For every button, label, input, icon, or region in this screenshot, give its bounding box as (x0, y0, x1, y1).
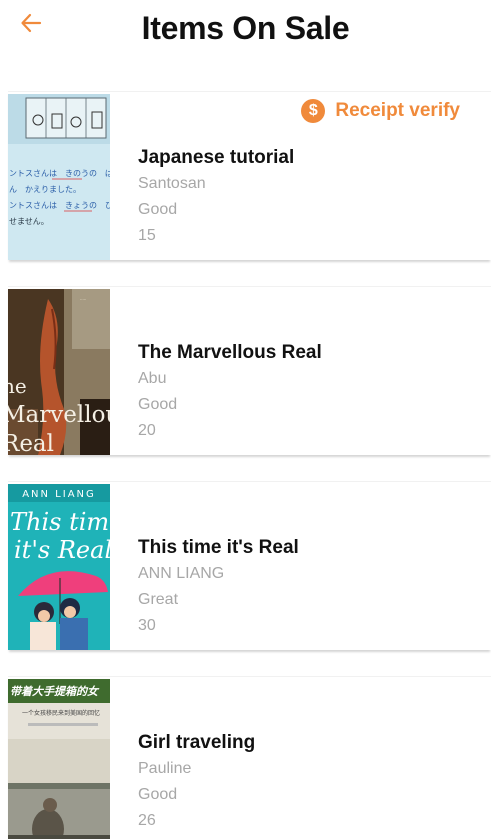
cover-text-line: ントスさんは きょうの ひる (9, 201, 110, 210)
cover-title-line: he (8, 374, 27, 398)
dollar-coin-icon: $ (301, 99, 326, 123)
cover-text-line: せません。 (9, 217, 49, 226)
cover-subtitle-line: 一个女孩移民来到美国的回忆 (22, 709, 100, 717)
cover-text-line: ん かえりました。 (9, 185, 81, 194)
item-price: 15 (138, 227, 156, 244)
item-info: Girl traveling Pauline Good 26 (138, 730, 255, 834)
item-price: 20 (138, 422, 156, 439)
item-condition: Good (138, 786, 178, 803)
cover-title-line: it's Real (14, 536, 110, 564)
cover-title-line: Marvellous (8, 402, 110, 428)
book-cover-image: ントスさんは きのうの ばんご ん かえりました。 ントスさんは きょうの ひる… (8, 94, 110, 260)
item-seller: Abu (138, 370, 167, 387)
item-title: Girl traveling (138, 732, 256, 753)
item-info: This time it's Real ANN LIANG Great 30 (138, 535, 299, 639)
book-cover-image: ····· he Marvellous Real (8, 289, 110, 455)
receipt-verify-label: Receipt verify (335, 100, 460, 121)
item-title: Japanese tutorial (138, 147, 295, 168)
item-info: Japanese tutorial Santosan Good 15 (138, 145, 294, 249)
cover-text-line: ントスさんは きのうの ばんご (9, 168, 110, 178)
item-condition: Great (138, 591, 179, 608)
list-item[interactable]: ントスさんは きのうの ばんご ん かえりました。 ントスさんは きょうの ひる… (8, 91, 491, 260)
page-title: Items On Sale (141, 10, 350, 46)
item-seller: ANN LIANG (138, 565, 225, 582)
item-condition: Good (138, 201, 178, 218)
items-list: ントスさんは きのうの ばんご ん かえりました。 ントスさんは きょうの ひる… (8, 91, 491, 839)
list-item[interactable]: ANN LIANG This time it's Real This time … (8, 481, 491, 650)
book-cover-image: 带着大手提箱的女 一个女孩移民来到美国的回忆 (8, 679, 110, 839)
item-seller: Pauline (138, 760, 192, 777)
receipt-verify-button[interactable]: $ Receipt verify (301, 99, 460, 123)
item-price: 30 (138, 617, 156, 634)
item-title: This time it's Real (138, 537, 299, 558)
header: Items On Sale (0, 0, 491, 72)
cover-author: ANN LIANG (22, 489, 96, 500)
item-seller: Santosan (138, 175, 206, 192)
cover-title-line: This time (10, 508, 110, 536)
cover-title-line: 带着大手提箱的女 (10, 685, 100, 698)
item-condition: Good (138, 396, 178, 413)
cover-small-text: ····· (80, 297, 86, 302)
item-title: The Marvellous Real (138, 342, 322, 363)
cover-title-line: Real (8, 431, 54, 455)
item-info: The Marvellous Real Abu Good 20 (138, 340, 322, 444)
app-screen: Items On Sale ントスさんは きのうの ばんご ん かえりま (0, 0, 491, 839)
list-item[interactable]: ····· he Marvellous Real The Marvellous … (8, 286, 491, 455)
list-item[interactable]: 带着大手提箱的女 一个女孩移民来到美国的回忆 Girl traveling Pa… (8, 676, 491, 839)
item-price: 26 (138, 812, 156, 829)
book-cover-image: ANN LIANG This time it's Real (8, 484, 110, 650)
